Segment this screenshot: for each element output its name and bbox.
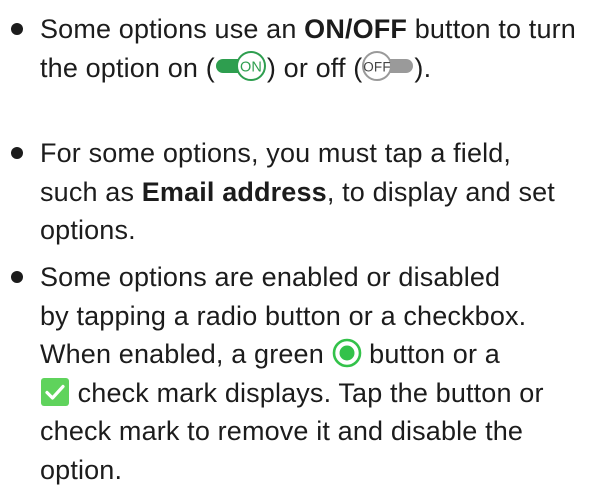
text-line: For some options, you must tap a field,	[40, 134, 608, 173]
email-address-term: Email address	[142, 177, 327, 207]
text-run: button to turn	[407, 14, 576, 44]
text-run: button or a	[362, 339, 500, 369]
checkbox-checked-icon	[40, 377, 70, 407]
text-line: by tapping a radio button or a checkbox.	[40, 297, 608, 336]
text-run: , to display and set	[327, 177, 555, 207]
radio-selected-icon	[332, 338, 362, 368]
text-line: options.	[40, 211, 608, 250]
bullet-dot	[11, 147, 23, 159]
text-line: Some options use an ON/OFF button to tur…	[40, 10, 608, 49]
toggle-on-icon: ON	[215, 51, 267, 81]
text-line: option.	[40, 451, 608, 489]
toggle-off-icon: OFF	[362, 51, 414, 81]
text-run: When enabled, a green	[40, 339, 332, 369]
onoff-term: ON/OFF	[304, 14, 407, 44]
toggle-on-label: ON	[240, 60, 262, 76]
bullet-text: Some options are enabled or disabled by …	[40, 258, 608, 489]
text-run: ) or off (	[267, 53, 363, 83]
bullet-text: For some options, you must tap a field, …	[40, 134, 608, 250]
text-run: Some options use an	[40, 14, 304, 44]
text-run: the option on (	[40, 53, 215, 83]
bullet-dot	[11, 23, 23, 35]
text-line: Some options are enabled or disabled	[40, 258, 608, 297]
text-line: such as Email address, to display and se…	[40, 173, 608, 212]
toggle-off-label: OFF	[364, 60, 391, 75]
text-run: check mark displays. Tap the button or	[70, 378, 544, 408]
text-run: ).	[414, 53, 431, 83]
text-line: check mark displays. Tap the button or	[40, 374, 608, 413]
text-line: the option on ( ON ) or off ( OFF ).	[40, 49, 608, 88]
manual-page: Some options use an ON/OFF button to tur…	[0, 0, 612, 445]
bullet-text: Some options use an ON/OFF button to tur…	[40, 10, 608, 87]
text-run: such as	[40, 177, 142, 207]
bullet-dot	[11, 271, 23, 283]
text-line: When enabled, a green button or a	[40, 335, 608, 374]
